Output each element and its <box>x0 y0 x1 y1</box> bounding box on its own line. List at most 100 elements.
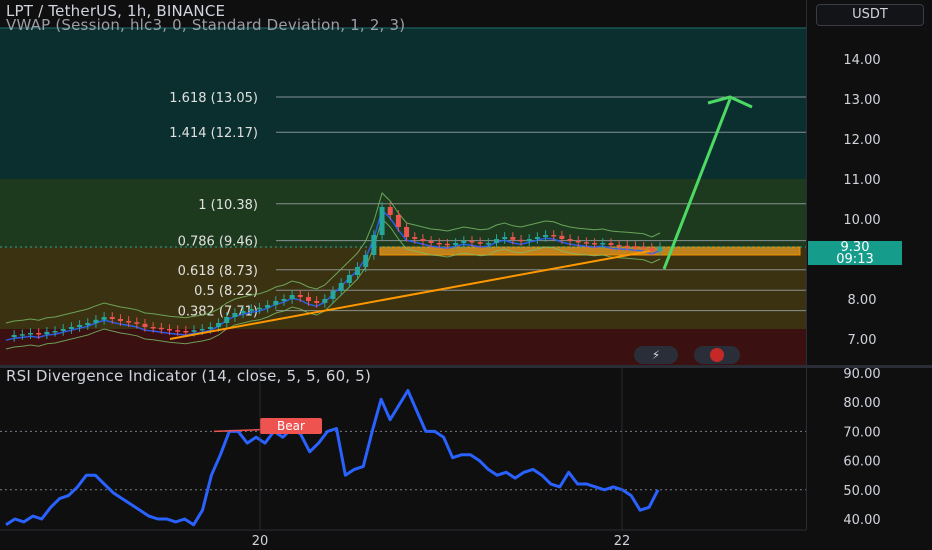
candle-body <box>191 330 197 332</box>
candle-body <box>44 331 50 335</box>
candle-body <box>126 321 132 323</box>
candle-body <box>453 243 459 245</box>
candle-body <box>224 317 230 323</box>
candle-body <box>346 275 352 283</box>
candle-body <box>117 319 123 321</box>
candle-body <box>28 333 34 335</box>
candle-body <box>216 323 222 327</box>
candle-body <box>109 317 115 319</box>
candle-body <box>608 243 614 245</box>
candle-body <box>526 239 532 241</box>
price-axis-tick: 8.00 <box>848 293 877 308</box>
time-axis-tick: 20 <box>252 534 269 549</box>
candle-body <box>330 291 336 299</box>
flash-icon-glyph: ⚡ <box>652 348 660 362</box>
candle-body <box>575 241 581 243</box>
candle-body <box>322 299 328 303</box>
candle-body <box>641 247 647 249</box>
candle-body <box>371 235 377 255</box>
candle-body <box>616 245 622 247</box>
rsi-axis-tick: 40.00 <box>843 513 880 528</box>
candle-body <box>85 323 91 325</box>
candle-body <box>436 243 442 245</box>
candle-body <box>11 335 17 337</box>
vwap-indicator-label: VWAP (Session, hlc3, 0, Standard Deviati… <box>6 16 406 34</box>
candle-body <box>175 330 181 332</box>
candle-body <box>265 305 271 308</box>
candle-body <box>543 235 549 237</box>
rsi-indicator-label: RSI Divergence Indicator (14, close, 5, … <box>6 367 372 385</box>
candle-body <box>551 235 557 237</box>
candle-body <box>444 243 450 246</box>
candle-body <box>567 239 573 241</box>
candle-body <box>36 333 42 335</box>
candle-body <box>256 307 262 310</box>
candle-body <box>485 243 491 245</box>
time-axis-tick: 22 <box>614 534 631 549</box>
candle-body <box>649 247 655 251</box>
rsi-line <box>5 389 660 527</box>
time-axis-bg <box>0 530 932 550</box>
candle-body <box>420 239 426 241</box>
candle-body <box>77 325 83 327</box>
candle-body <box>248 309 254 311</box>
candle-body <box>134 322 140 324</box>
last-price-badge: 9.30 09:13 <box>808 241 902 267</box>
candle-body <box>494 239 499 243</box>
candle-body <box>428 241 434 243</box>
candle-body <box>207 327 213 329</box>
candle-body <box>412 237 418 239</box>
candle-body <box>183 331 189 333</box>
candle-body <box>355 267 361 275</box>
candle-body <box>281 299 287 301</box>
fib-level-label: 1.414 (12.17) <box>169 126 258 141</box>
candle-body <box>150 327 156 329</box>
candle-body <box>461 241 467 243</box>
candle-body <box>297 295 303 297</box>
fib-level-label: 0.618 (8.73) <box>178 264 258 279</box>
candle-body <box>60 329 66 331</box>
candle-body <box>314 301 320 303</box>
candle-body <box>559 235 565 239</box>
candle-body <box>510 237 516 240</box>
candle-body <box>338 283 344 291</box>
candle-body <box>387 207 393 215</box>
price-axis-tick: 11.00 <box>843 173 880 188</box>
rsi-axis-tick: 80.00 <box>843 396 880 411</box>
rsi-axis-tick: 60.00 <box>843 455 880 470</box>
bear-label: Bear <box>277 419 305 433</box>
candle-body <box>469 241 475 243</box>
fib-level-label: 1 (10.38) <box>198 198 258 213</box>
candle-body <box>289 295 295 299</box>
candle-body <box>240 311 246 313</box>
chart-canvas: 1.618 (13.05)1.414 (12.17)1 (10.38)0.786… <box>0 0 932 550</box>
candle-body <box>624 245 630 248</box>
price-axis-tick: 7.00 <box>848 333 877 348</box>
countdown-value: 09:13 <box>836 252 874 267</box>
candle-body <box>158 327 164 330</box>
fib-level-label: 0.5 (8.22) <box>194 284 258 299</box>
candle-body <box>142 323 148 327</box>
price-axis-tick: 12.00 <box>843 133 880 148</box>
candle-body <box>379 207 385 235</box>
candle-body <box>534 237 540 239</box>
rsi-axis-tick: 90.00 <box>843 367 880 382</box>
candle-body <box>657 247 663 251</box>
fib-band-red <box>0 329 806 365</box>
flag-icon-disc <box>710 348 724 362</box>
candle-body <box>19 334 25 336</box>
candle-body <box>477 242 483 244</box>
candle-body <box>232 313 238 317</box>
candle-body <box>502 237 508 239</box>
candle-body <box>583 242 589 244</box>
candle-body <box>395 215 401 227</box>
candle-body <box>305 297 311 301</box>
rsi-axis-tick: 70.00 <box>843 425 880 440</box>
candle-body <box>600 243 606 245</box>
candle-body <box>93 319 99 323</box>
price-axis-tick: 10.00 <box>843 213 880 228</box>
candle-body <box>518 239 524 242</box>
currency-button[interactable]: USDT <box>816 4 924 26</box>
fib-level-label: 1.618 (13.05) <box>169 91 258 106</box>
candle-body <box>592 243 598 245</box>
